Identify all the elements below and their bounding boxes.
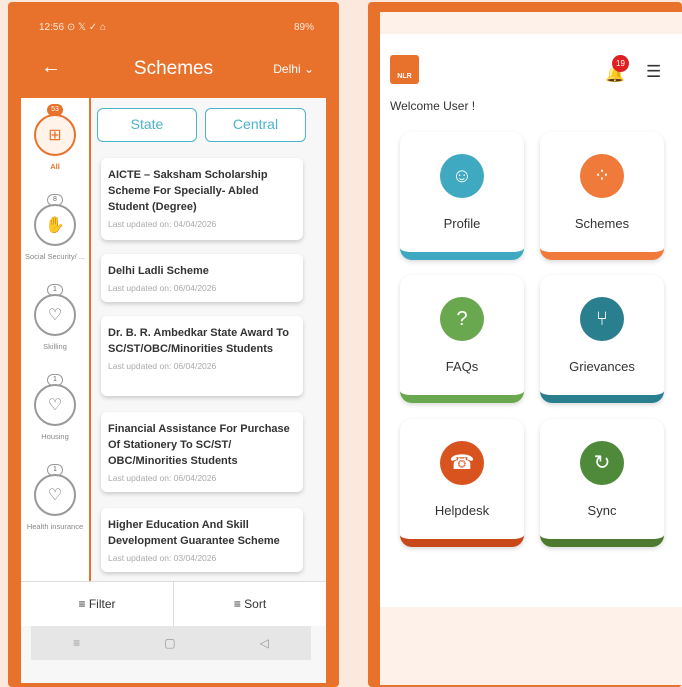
scheme-card[interactable]: Dr. B. R. Ambedkar State Award To SC/ST/… [101, 316, 303, 396]
status-time: 12:56 [39, 22, 65, 33]
status-icons: ⊙ 𝕏 ✓ ⌂ [66, 22, 107, 33]
helpdesk-tile[interactable]: ☎ Helpdesk [400, 419, 524, 547]
scheme-updated: Last updated on: 06/04/2026 [108, 283, 217, 293]
grid-icon: ⊞ [34, 114, 76, 156]
menu-icon[interactable]: ☰ [646, 62, 661, 82]
app-logo: NLR [390, 55, 419, 84]
sync-icon: ↻ [580, 441, 624, 485]
tile-label: Profile [443, 216, 481, 231]
sync-tile[interactable]: ↻ Sync [540, 419, 664, 547]
heart-icon: ♡ [34, 294, 76, 336]
profile-tile[interactable]: ☺ Profile [400, 132, 524, 260]
tile-label: FAQs [445, 359, 479, 374]
tile-label: Sync [587, 503, 617, 518]
scheme-updated: Last updated on: 03/04/2026 [108, 553, 217, 563]
tile-label: Grievances [569, 359, 635, 374]
grievance-icon: ⑂ [580, 297, 624, 341]
tab-state[interactable]: State [97, 108, 197, 142]
schemes-icon: ⁘ [580, 154, 624, 198]
category-housing[interactable]: 1 ♡ Housing [21, 374, 89, 464]
category-skilling[interactable]: 1 ♡ Skilling [21, 284, 89, 374]
scheme-name: Delhi Ladli Scheme [108, 265, 209, 277]
category-label: Health insurance [26, 522, 84, 531]
heart-icon: ♡ [34, 474, 76, 516]
app-bar: ← Schemes Delhi ⌄ [21, 42, 326, 98]
sort-button[interactable]: ≡ Sort [173, 582, 326, 626]
dashboard-screen: NLR 🔔 19 ☰ Welcome User ! ☺ Profile ⁘ Sc… [380, 12, 682, 685]
recents-icon[interactable]: ≡ [73, 636, 80, 650]
faqs-tile[interactable]: ? FAQs [400, 275, 524, 403]
nav-back-icon[interactable]: ◁ [260, 636, 269, 650]
system-nav-bar: ≡ ▢ ◁ [31, 626, 311, 660]
tile-label: Schemes [574, 216, 630, 231]
scheme-name: Dr. B. R. Ambedkar State Award To SC/ST/… [108, 327, 289, 355]
scheme-name: Financial Assistance For Purchase Of Sta… [108, 423, 290, 467]
home-icon[interactable]: ▢ [164, 636, 175, 650]
hand-icon: ✋ [34, 204, 76, 246]
category-label: Housing [41, 432, 69, 441]
schemes-tile[interactable]: ⁘ Schemes [540, 132, 664, 260]
category-health-insurance[interactable]: 1 ♡ Health insurance [21, 464, 89, 554]
headset-icon: ☎ [440, 441, 484, 485]
faq-icon: ? [440, 297, 484, 341]
welcome-text: Welcome User ! [390, 99, 476, 113]
category-sidebar: 53 ⊞ All 8 ✋ Social Security/ ... 1 ♡ Sk… [21, 98, 91, 583]
scheme-name: AICTE – Saksham Scholarship Scheme For S… [108, 169, 268, 213]
scheme-updated: Last updated on: 04/04/2026 [108, 219, 217, 229]
category-label: Social Security/ ... [24, 252, 86, 261]
schemes-screen: 12:56 ⊙ 𝕏 ✓ ⌂ 89% ← Schemes Delhi ⌄ 53 ⊞… [21, 16, 326, 683]
scheme-updated: Last updated on: 06/04/2026 [108, 473, 217, 483]
scheme-name: Higher Education And Skill Development G… [108, 519, 280, 547]
battery-level: 89% [293, 22, 314, 33]
scheme-card[interactable]: Higher Education And Skill Development G… [101, 508, 303, 572]
tab-central[interactable]: Central [205, 108, 306, 142]
notification-badge: 19 [612, 55, 629, 72]
region-dropdown[interactable]: Delhi ⌄ [273, 62, 314, 76]
filter-button[interactable]: ≡ Filter [21, 582, 173, 626]
category-social-security[interactable]: 8 ✋ Social Security/ ... [21, 194, 89, 284]
filter-sort-bar: ≡ Filter ≡ Sort [21, 581, 326, 626]
scheme-card[interactable]: Financial Assistance For Purchase Of Sta… [101, 412, 303, 492]
scheme-card[interactable]: AICTE – Saksham Scholarship Scheme For S… [101, 158, 303, 240]
category-label: All [50, 162, 60, 171]
status-bar: 12:56 ⊙ 𝕏 ✓ ⌂ 89% [21, 16, 326, 42]
scheme-updated: Last updated on: 06/04/2026 [108, 361, 217, 371]
category-all[interactable]: 53 ⊞ All [21, 104, 89, 194]
person-icon: ☺ [440, 154, 484, 198]
category-label: Skilling [43, 342, 67, 351]
grievances-tile[interactable]: ⑂ Grievances [540, 275, 664, 403]
scheme-card[interactable]: Delhi Ladli Scheme Last updated on: 06/0… [101, 254, 303, 302]
tile-label: Helpdesk [434, 503, 490, 518]
scheme-type-tabs: State Central [97, 108, 307, 142]
heart-icon: ♡ [34, 384, 76, 426]
